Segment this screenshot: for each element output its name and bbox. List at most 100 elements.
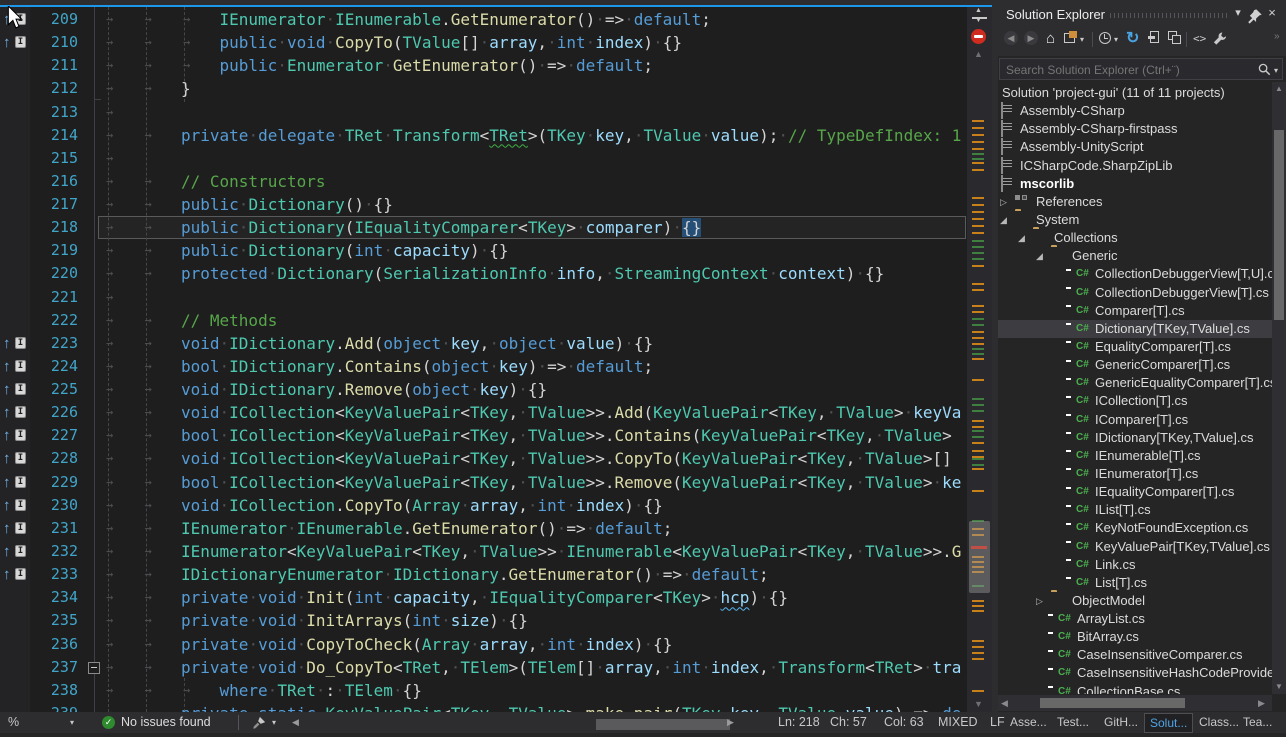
tree-horizontal-scrollbar[interactable]: ◀ ▶: [998, 695, 1272, 711]
tool-window-tab-asse[interactable]: Asse...: [1005, 713, 1052, 731]
editor-vertical-scrollbar[interactable]: ▲▼ ▲ ▼: [966, 7, 992, 712]
tree-item-collectionbase-cs[interactable]: C#CollectionBase.cs: [998, 683, 1286, 694]
code-line-214[interactable]: 214→→private·delegate·TRet·Transform<TRe…: [0, 124, 966, 147]
code-line-222[interactable]: 222→→// Methods: [0, 309, 966, 332]
code-line-209[interactable]: ↑I209→→→IEnumerator·IEnumerable.GetEnume…: [0, 8, 966, 31]
scroll-up-arrow[interactable]: ▲: [974, 49, 983, 59]
code-line-236[interactable]: 236→→private·void·CopyToCheck(Array·arra…: [0, 633, 966, 656]
tree-item-assembly-csharp-firstpass[interactable]: Assembly-CSharp-firstpass: [998, 120, 1286, 138]
code-line-210[interactable]: ↑I210→→→public·void·CopyTo(TValue[]·arra…: [0, 31, 966, 54]
code-editor[interactable]: ↑I209→→→IEnumerator·IEnumerable.GetEnume…: [0, 0, 992, 712]
tree-item-icsharpcode-sharpziplib[interactable]: ICSharpCode.SharpZipLib: [998, 157, 1286, 175]
code-line-221[interactable]: 221→: [0, 286, 966, 309]
tree-item-ienumerable-t-cs[interactable]: C#IEnumerable[T].cs: [998, 447, 1286, 465]
tree-item-collectiondebuggerview-t-cs[interactable]: C#CollectionDebuggerView[T].cs: [998, 284, 1286, 302]
tree-item-icomparer-t-cs[interactable]: C#IComparer[T].cs: [998, 411, 1286, 429]
tree-item-idictionary-tkey-tvalue-cs[interactable]: C#IDictionary[TKey,TValue].cs: [998, 429, 1286, 447]
code-line-218[interactable]: 218→→public·Dictionary(IEqualityComparer…: [0, 216, 966, 239]
implements-interface-icon[interactable]: ↑: [3, 494, 11, 517]
home-icon[interactable]: ⌂: [1046, 31, 1055, 49]
chevron-down-icon[interactable]: ▾: [1114, 35, 1118, 53]
code-line-234[interactable]: 234→→private·void·Init(int·capacity,·IEq…: [0, 586, 966, 609]
chevron-down-icon[interactable]: ▾: [1080, 35, 1084, 53]
close-icon[interactable]: ×: [1264, 5, 1280, 21]
code-line-220[interactable]: 220→→protected·Dictionary(SerializationI…: [0, 262, 966, 285]
implements-interface-icon[interactable]: I: [15, 36, 26, 48]
forward-icon[interactable]: ▶: [1024, 31, 1038, 45]
code-line-238[interactable]: 238→→→where·TRet·:·TElem·{}: [0, 679, 966, 702]
implements-interface-icon[interactable]: ↑: [3, 517, 11, 540]
code-line-213[interactable]: 213→: [0, 101, 966, 124]
tree-item-objectmodel[interactable]: ▷ObjectModel: [998, 592, 1286, 610]
tree-vertical-scrollbar[interactable]: ▲ ▼: [1272, 82, 1286, 694]
implements-interface-icon[interactable]: I: [15, 452, 26, 464]
code-line-235[interactable]: 235→→private·void·InitArrays(int·size)·{…: [0, 609, 966, 632]
code-line-224[interactable]: ↑I224→→bool·IDictionary.Contains(object·…: [0, 355, 966, 378]
implements-interface-icon[interactable]: ↑: [3, 424, 11, 447]
code-line-216[interactable]: 216→→// Constructors: [0, 170, 966, 193]
chevron-down-icon[interactable]: ▾: [1274, 66, 1278, 75]
code-viewport[interactable]: ↑I209→→→IEnumerator·IEnumerable.GetEnume…: [0, 0, 966, 712]
tool-window-tab-gith[interactable]: GitH...: [1099, 713, 1143, 731]
tree-item-arraylist-cs[interactable]: C#ArrayList.cs: [998, 610, 1286, 628]
tree-item-solution-project-gui-11-of-11-projects-[interactable]: Solution 'project-gui' (11 of 11 project…: [998, 84, 1286, 102]
implements-interface-icon[interactable]: ↑: [3, 471, 11, 494]
tree-item-ilist-t-cs[interactable]: C#IList[T].cs: [998, 501, 1286, 519]
code-line-225[interactable]: ↑I225→→void·IDictionary.Remove(object·ke…: [0, 378, 966, 401]
toolbar-overflow-icon[interactable]: »: [1274, 31, 1280, 49]
scrollbar-thumb[interactable]: [1040, 698, 1185, 708]
implements-interface-icon[interactable]: I: [15, 383, 26, 395]
implements-interface-icon[interactable]: ↑: [3, 332, 11, 355]
implements-interface-icon[interactable]: I: [15, 337, 26, 349]
code-line-223[interactable]: ↑I223→→void·IDictionary.Add(object·key,·…: [0, 332, 966, 355]
back-icon[interactable]: ◀: [1004, 31, 1018, 45]
scrollbar-thumb[interactable]: [969, 521, 990, 593]
code-line-233[interactable]: ↑I233→→IDictionaryEnumerator·IDictionary…: [0, 563, 966, 586]
tool-window-tab-tea[interactable]: Tea...: [1238, 713, 1277, 731]
wrench-icon[interactable]: [1212, 30, 1227, 48]
tool-window-tab-test[interactable]: Test...: [1052, 713, 1094, 731]
code-line-239[interactable]: 239→→private·static·KeyValuePair<TKey,·T…: [0, 702, 966, 712]
implements-interface-icon[interactable]: ↑: [3, 563, 11, 586]
collapse-arrow-icon[interactable]: ◢: [1000, 211, 1007, 229]
implements-interface-icon[interactable]: I: [15, 429, 26, 441]
tree-item-collections[interactable]: ◢Collections: [998, 229, 1286, 247]
tool-window-tab-class[interactable]: Class...: [1194, 713, 1244, 731]
implements-interface-icon[interactable]: ↑: [3, 355, 11, 378]
scroll-up-arrow[interactable]: ▲: [1275, 84, 1283, 93]
tree-item-iequalitycomparer-t-cs[interactable]: C#IEqualityComparer[T].cs: [998, 483, 1286, 501]
tree-item-caseinsensitivehashcodeprovider-cs[interactable]: C#CaseInsensitiveHashCodeProvider.cs: [998, 664, 1286, 682]
tree-item-system[interactable]: ◢System: [998, 211, 1286, 229]
search-input[interactable]: [1004, 60, 1238, 80]
code-line-219[interactable]: 219→→public·Dictionary(int·capacity)·{}: [0, 239, 966, 262]
tree-item-keyvaluepair-tkey-tvalue-cs[interactable]: C#KeyValuePair[TKey,TValue].cs: [998, 538, 1286, 556]
implements-interface-icon[interactable]: I: [15, 522, 26, 534]
implements-interface-icon[interactable]: ↑: [3, 378, 11, 401]
code-line-217[interactable]: 217→→public·Dictionary()·{}: [0, 193, 966, 216]
scroll-left-arrow[interactable]: ◀: [1001, 695, 1008, 711]
pin-icon[interactable]: [1247, 8, 1263, 24]
tree-item-list-t-cs[interactable]: C#List[T].cs: [998, 574, 1286, 592]
implements-interface-icon[interactable]: I: [15, 406, 26, 418]
collapse-arrow-icon[interactable]: ◢: [1018, 229, 1025, 247]
tree-item-genericequalitycomparer-t-cs[interactable]: C#GenericEqualityComparer[T].cs: [998, 374, 1286, 392]
view-code-icon[interactable]: <>: [1193, 31, 1206, 49]
code-line-227[interactable]: ↑I227→→bool·ICollection<KeyValuePair<TKe…: [0, 424, 966, 447]
tree-item-bitarray-cs[interactable]: C#BitArray.cs: [998, 628, 1286, 646]
scroll-right-arrow[interactable]: ▶: [1258, 695, 1265, 711]
implements-interface-icon[interactable]: ↑: [3, 31, 11, 54]
collapse-region-button[interactable]: [88, 662, 100, 674]
window-position-menu-icon[interactable]: ▾: [1230, 5, 1246, 21]
code-line-230[interactable]: ↑I230→→void·ICollection.CopyTo(Array·arr…: [0, 494, 966, 517]
refresh-icon[interactable]: ↻: [1126, 31, 1139, 49]
tree-item-keynotfoundexception-cs[interactable]: C#KeyNotFoundException.cs: [998, 519, 1286, 537]
implements-interface-icon[interactable]: ↑: [3, 401, 11, 424]
split-editor-handle-icon[interactable]: ▲▼: [971, 10, 989, 26]
tree-item-assembly-unityscript[interactable]: Assembly-UnityScript: [998, 138, 1286, 156]
scrollbar-thumb[interactable]: [1274, 130, 1284, 320]
expand-arrow-icon[interactable]: ▷: [1000, 193, 1007, 211]
tree-item-link-cs[interactable]: C#Link.cs: [998, 556, 1286, 574]
code-line-229[interactable]: ↑I229→→bool·ICollection<KeyValuePair<TKe…: [0, 471, 966, 494]
tree-item-genericcomparer-t-cs[interactable]: C#GenericComparer[T].cs: [998, 356, 1286, 374]
collapse-arrow-icon[interactable]: ◢: [1036, 247, 1043, 265]
